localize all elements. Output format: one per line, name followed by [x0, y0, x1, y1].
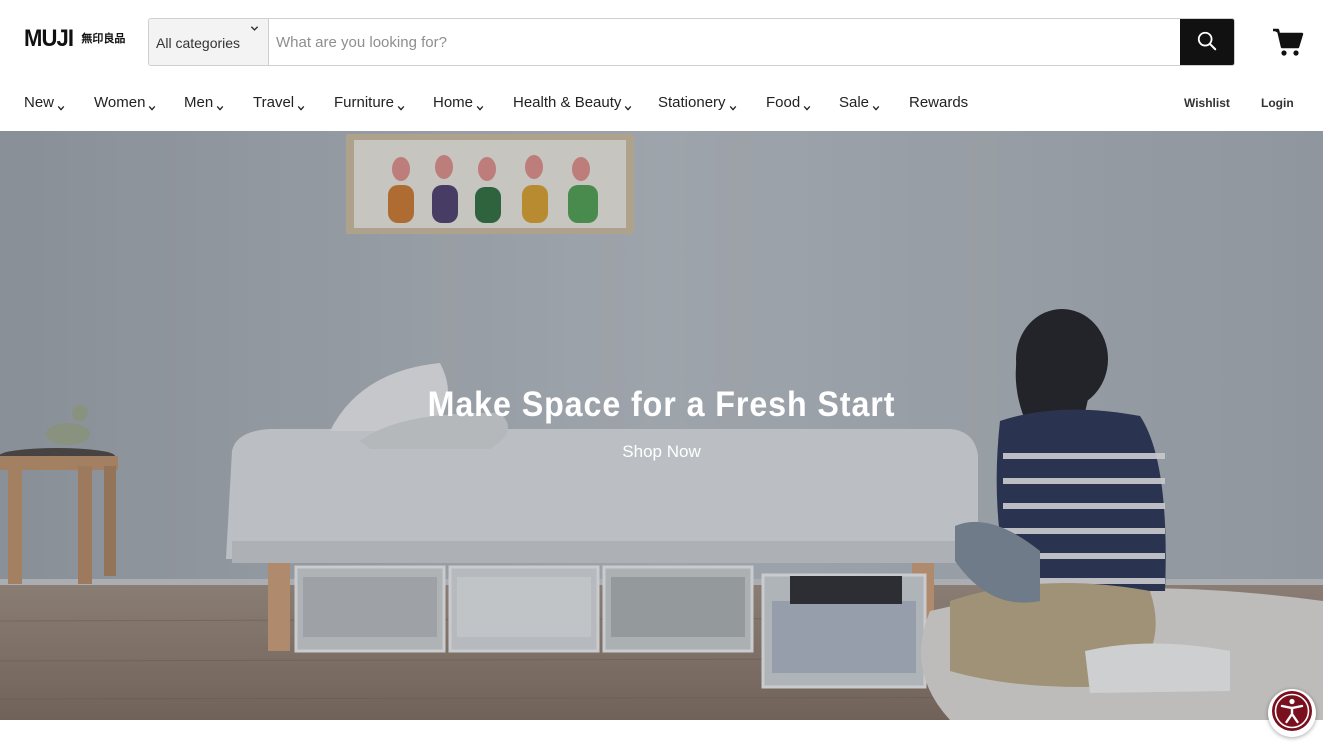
main-nav: New Women Men Travel Furniture Home Heal…	[0, 88, 1323, 118]
logo-jp-text: 無印良品	[81, 32, 126, 45]
hero-cta: Shop Now	[0, 442, 1323, 462]
nav-item-label: Furniture	[334, 94, 395, 111]
hero-title: Make Space for a Fresh Start	[427, 385, 896, 424]
chevron-down-icon	[476, 99, 484, 111]
nav-item-label: Food	[766, 94, 801, 111]
nav-item-label: Health & Beauty	[513, 94, 622, 111]
chevron-down-icon	[148, 99, 156, 111]
nav-item-label: Rewards	[909, 94, 969, 111]
nav-item-label: New	[24, 94, 55, 111]
chevron-down-icon	[729, 99, 736, 111]
nav-item-home[interactable]: Home	[433, 94, 484, 111]
chevron-down-icon	[216, 99, 224, 111]
accessibility-button[interactable]	[1268, 689, 1316, 737]
chevron-down-icon	[397, 99, 405, 111]
search-icon	[1196, 30, 1218, 55]
search-input[interactable]	[269, 19, 1180, 65]
login-link[interactable]: Login	[1261, 96, 1294, 110]
nav-item-label: Home	[433, 94, 474, 111]
chevron-down-icon	[250, 24, 259, 36]
nav-item-rewards[interactable]: Rewards	[909, 94, 968, 111]
shop-now-link[interactable]: Shop Now	[622, 442, 700, 461]
logo-latin-text: MUJI	[24, 25, 74, 52]
category-select[interactable]: All categories	[149, 19, 269, 65]
nav-item-furniture[interactable]: Furniture	[334, 94, 405, 111]
nav-item-new[interactable]: New	[24, 94, 65, 111]
nav-item-sale[interactable]: Sale	[839, 94, 880, 111]
chevron-down-icon	[297, 99, 305, 111]
nav-item-health-beauty[interactable]: Health & Beauty	[513, 94, 632, 111]
category-select-label: All categories	[156, 35, 241, 51]
chevron-down-icon	[57, 99, 65, 111]
nav-item-travel[interactable]: Travel	[253, 94, 305, 111]
accessibility-icon	[1270, 689, 1314, 738]
muji-logo[interactable]: MUJI 無印良品	[24, 27, 125, 51]
chevron-down-icon	[624, 99, 632, 111]
nav-item-label: Travel	[253, 94, 295, 111]
site-header: MUJI 無印良品 All categories Ne	[0, 0, 1323, 131]
nav-item-stationery[interactable]: Stationery	[658, 94, 736, 111]
chevron-down-icon	[872, 99, 880, 111]
chevron-down-icon	[803, 99, 811, 111]
nav-item-label: Women	[94, 94, 146, 111]
hero-overlay	[0, 131, 1323, 720]
nav-item-food[interactable]: Food	[766, 94, 811, 111]
nav-item-label: Stationery	[658, 94, 726, 111]
nav-item-men[interactable]: Men	[184, 94, 224, 111]
nav-item-label: Sale	[839, 94, 870, 111]
wishlist-link[interactable]: Wishlist	[1184, 96, 1230, 110]
search-button[interactable]	[1180, 19, 1234, 65]
search-bar: All categories	[148, 18, 1235, 66]
cart-button[interactable]	[1272, 27, 1304, 57]
nav-item-women[interactable]: Women	[94, 94, 156, 111]
hero-banner[interactable]: Make Space for a Fresh Start Shop Now	[0, 131, 1323, 720]
cart-icon	[1272, 28, 1304, 61]
nav-item-label: Men	[184, 94, 214, 111]
